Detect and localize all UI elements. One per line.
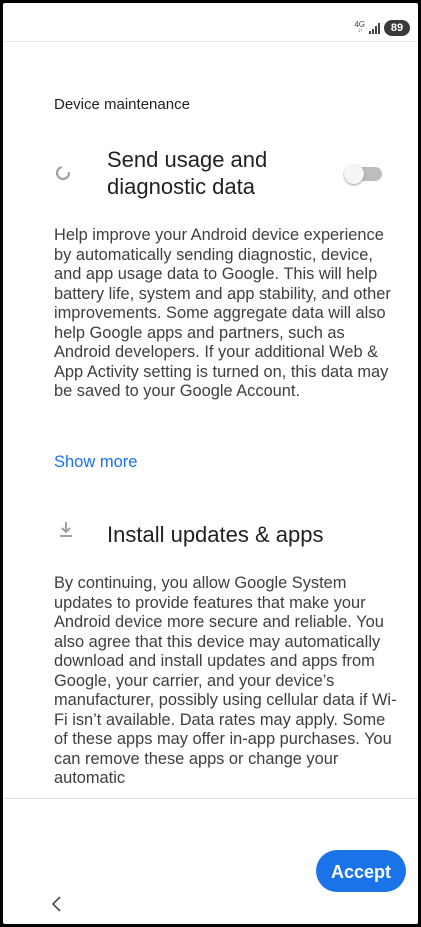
- usage-data-description: Help improve your Android device experie…: [54, 226, 391, 400]
- install-updates-description: By continuing, you allow Google System u…: [54, 574, 397, 787]
- download-icon: [60, 522, 72, 537]
- status-icons: 4G ↓↑ 89: [354, 20, 410, 36]
- battery-level-badge: 89: [384, 20, 410, 36]
- usage-data-title: Send usage and diagnostic data: [107, 147, 268, 199]
- back-arrow-icon[interactable]: [45, 892, 69, 916]
- show-more-link[interactable]: Show more: [54, 453, 137, 472]
- status-bar: 4G ↓↑ 89: [3, 3, 418, 42]
- setup-screen: 4G ↓↑ 89 Device maintenance Send usage a…: [3, 3, 418, 924]
- section-title: Device maintenance: [54, 96, 190, 113]
- install-updates-title: Install updates & apps: [107, 522, 324, 547]
- toggle-knob: [344, 164, 364, 184]
- network-type-label: 4G: [354, 20, 365, 29]
- accept-button[interactable]: Accept: [316, 850, 406, 892]
- signal-strength-icon: [369, 22, 380, 34]
- usage-data-toggle[interactable]: [344, 164, 382, 184]
- data-arrows-icon: ↓↑: [357, 28, 363, 34]
- footer-divider: [3, 798, 418, 799]
- network-type-indicator: 4G ↓↑: [354, 21, 365, 35]
- loading-spinner-icon: [55, 165, 71, 181]
